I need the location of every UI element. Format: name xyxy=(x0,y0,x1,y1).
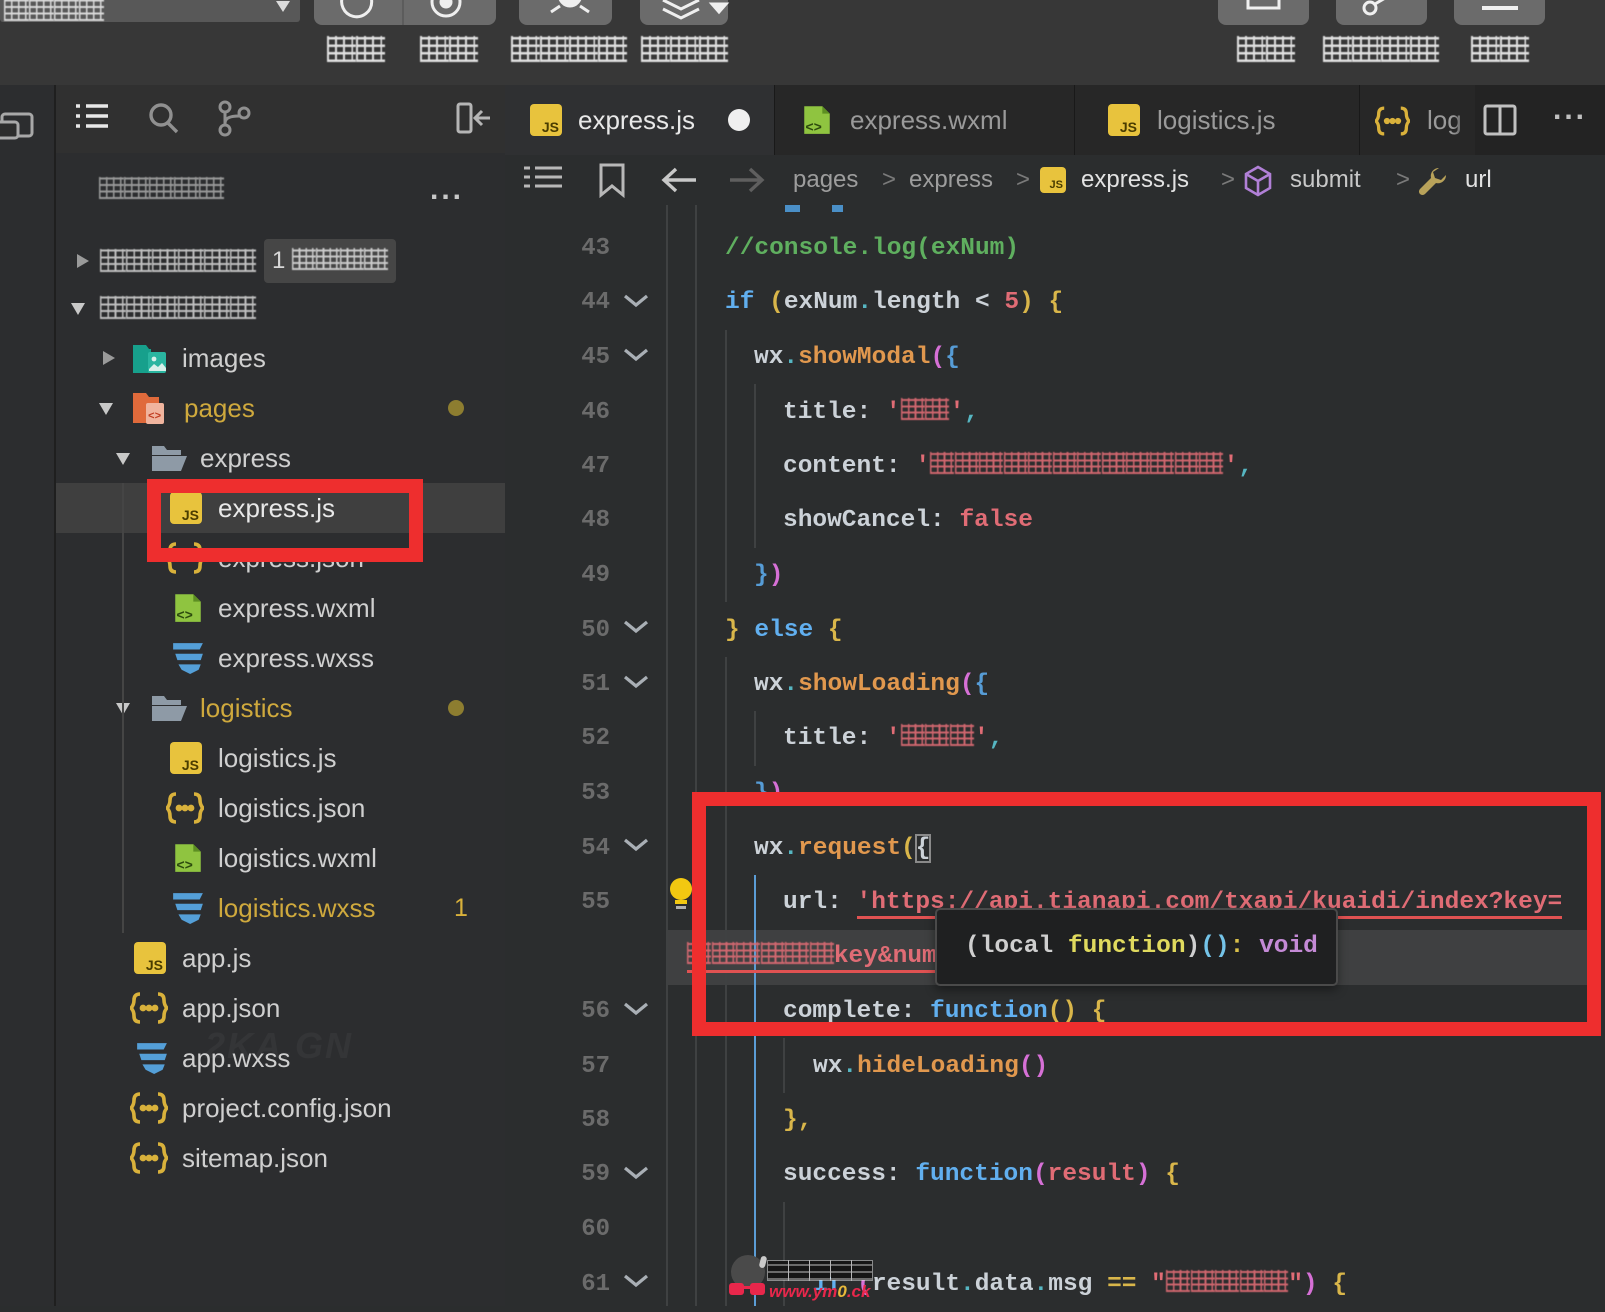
svg-text:<>: <> xyxy=(176,860,193,875)
svg-text:<>: <> xyxy=(176,610,193,625)
svg-text:<>: <> xyxy=(148,411,162,423)
svg-text:<>: <> xyxy=(805,122,822,137)
